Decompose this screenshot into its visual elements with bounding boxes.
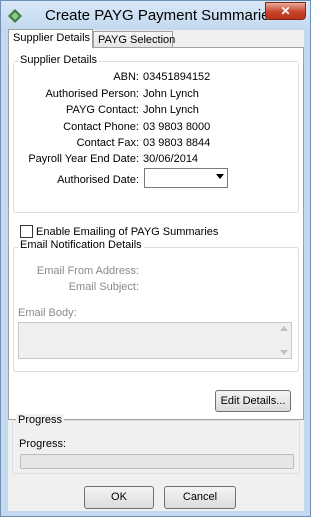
close-icon: ✕: [280, 4, 291, 18]
ok-label: OK: [111, 491, 127, 503]
email-body-label: Email Body:: [18, 307, 77, 319]
abn-label: ABN:: [113, 71, 139, 83]
app-logo-icon: [8, 9, 22, 23]
ok-button[interactable]: OK: [84, 486, 154, 509]
enable-emailing-checkbox[interactable]: [20, 225, 33, 238]
tab-supplier-details[interactable]: Supplier Details: [8, 29, 93, 48]
email-notification-group-title: Email Notification Details: [18, 239, 144, 251]
cancel-label: Cancel: [182, 491, 218, 503]
edit-details-label: Edit Details...: [220, 395, 286, 407]
payg-contact-label: PAYG Contact:: [66, 104, 139, 116]
enable-emailing-label[interactable]: Enable Emailing of PAYG Summaries: [36, 226, 218, 238]
authorised-date-dropdown[interactable]: [144, 168, 228, 188]
contact-fax-value: 03 9803 8844: [143, 137, 211, 149]
dialog-window: Create PAYG Payment Summaries ✕ Supplier…: [0, 0, 311, 517]
progress-label: Progress:: [19, 438, 67, 450]
payg-contact-value: John Lynch: [143, 104, 199, 116]
email-from-label: Email From Address:: [36, 265, 139, 277]
tab-label: Supplier Details: [13, 32, 91, 44]
contact-phone-value: 03 9803 8000: [143, 121, 211, 133]
authorised-person-label: Authorised Person:: [45, 88, 139, 100]
scroll-up-icon: [280, 326, 288, 331]
cancel-button[interactable]: Cancel: [164, 486, 236, 509]
supplier-details-group-title: Supplier Details: [18, 54, 100, 66]
email-body-textarea[interactable]: [18, 322, 292, 359]
tab-page-supplier-details: Supplier Details ABN: 03451894152 Author…: [8, 47, 304, 420]
authorised-person-value: John Lynch: [143, 88, 199, 100]
tab-payg-selection[interactable]: PAYG Selection: [93, 31, 176, 48]
tab-label: PAYG Selection: [98, 34, 176, 46]
progress-group-title: Progress: [16, 414, 65, 426]
chevron-down-icon: [216, 174, 224, 179]
payroll-year-end-label: Payroll Year End Date:: [28, 153, 139, 165]
authorised-date-label: Authorised Date:: [57, 174, 139, 186]
title-bar: Create PAYG Payment Summaries ✕: [1, 1, 310, 31]
email-subject-label: Email Subject:: [68, 281, 139, 293]
window-title: Create PAYG Payment Summaries: [45, 7, 278, 24]
progress-bar: [20, 454, 294, 469]
abn-value: 03451894152: [143, 71, 211, 83]
edit-details-button[interactable]: Edit Details...: [215, 390, 291, 412]
contact-fax-label: Contact Fax:: [76, 137, 139, 149]
payroll-year-end-value: 30/06/2014: [143, 153, 199, 165]
scroll-down-icon: [280, 350, 288, 355]
dialog-body: Supplier Details PAYG Selection Supplier…: [8, 29, 304, 511]
contact-phone-label: Contact Phone:: [63, 121, 139, 133]
close-button[interactable]: ✕: [265, 2, 306, 20]
